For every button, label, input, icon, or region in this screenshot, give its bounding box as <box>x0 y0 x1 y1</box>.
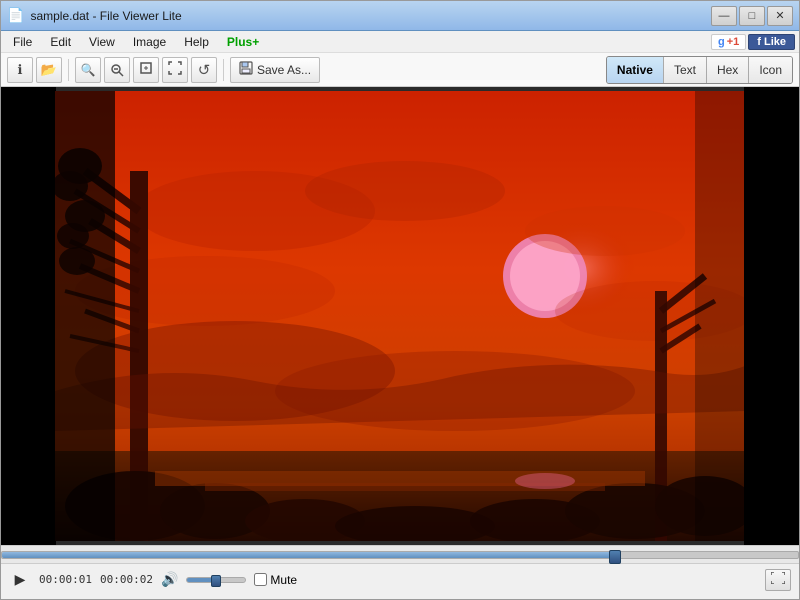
menu-file[interactable]: File <box>5 33 40 51</box>
zoom-out-button[interactable] <box>104 57 130 83</box>
current-time: 00:00:01 <box>39 573 92 586</box>
info-button[interactable]: ℹ <box>7 57 33 83</box>
close-button[interactable]: ✕ <box>767 6 793 26</box>
zoom-out-icon <box>110 63 124 77</box>
view-mode-hex[interactable]: Hex <box>707 57 749 83</box>
volume-thumb[interactable] <box>211 575 221 587</box>
title-text: sample.dat - File Viewer Lite <box>30 9 181 23</box>
fullscreen-button[interactable] <box>765 569 791 591</box>
scrubber-bar[interactable] <box>1 545 799 563</box>
google-plus-button[interactable]: g+1 <box>711 34 746 50</box>
controls-bar: ▶ 00:00:01 00:00:02 🔊 Mute <box>1 563 799 595</box>
right-letterbox <box>744 87 799 545</box>
zoom-in-button[interactable]: 🔍 <box>75 57 101 83</box>
mute-label: Mute <box>270 573 297 587</box>
refresh-button[interactable]: ↺ <box>191 57 217 83</box>
toolbar-separator-1 <box>68 59 69 81</box>
scrubber-track[interactable] <box>1 551 799 559</box>
mute-checkbox[interactable] <box>254 573 267 586</box>
menu-image[interactable]: Image <box>125 33 174 51</box>
fullscreen-icon-btn[interactable] <box>162 57 188 83</box>
open-button[interactable]: 📂 <box>36 57 62 83</box>
save-as-button[interactable]: Save As... <box>230 57 320 83</box>
left-letterbox <box>1 87 56 545</box>
main-content <box>1 87 799 545</box>
menu-plus[interactable]: Plus+ <box>219 33 267 51</box>
volume-icon[interactable]: 🔊 <box>161 571 178 588</box>
facebook-icon: f <box>757 36 764 48</box>
fit-button[interactable] <box>133 57 159 83</box>
view-mode-group: Native Text Hex Icon <box>606 56 793 84</box>
play-button[interactable]: ▶ <box>9 569 31 591</box>
toolbar-separator-2 <box>223 59 224 81</box>
title-left: 📄 sample.dat - File Viewer Lite <box>7 7 182 24</box>
fit-icon <box>139 61 153 78</box>
fullscreen-expand-icon <box>771 572 785 587</box>
save-icon <box>239 61 253 78</box>
view-mode-text[interactable]: Text <box>664 57 707 83</box>
save-as-label: Save As... <box>257 63 311 77</box>
sunset-scene <box>55 91 745 541</box>
volume-slider-container <box>186 577 246 583</box>
volume-slider[interactable] <box>186 577 246 583</box>
view-mode-icon[interactable]: Icon <box>749 57 792 83</box>
menu-help[interactable]: Help <box>176 33 217 51</box>
fullscreen-icon <box>168 61 182 78</box>
menu-view[interactable]: View <box>81 33 123 51</box>
window-controls: — □ ✕ <box>711 6 793 26</box>
facebook-like-button[interactable]: f Like <box>748 34 795 50</box>
app-icon: 📄 <box>7 7 24 24</box>
title-bar: 📄 sample.dat - File Viewer Lite — □ ✕ <box>1 1 799 31</box>
minimize-button[interactable]: — <box>711 6 737 26</box>
info-icon: ℹ <box>18 62 23 78</box>
menu-edit[interactable]: Edit <box>42 33 79 51</box>
view-mode-native[interactable]: Native <box>607 57 664 83</box>
menu-bar: File Edit View Image Help Plus+ g+1 f Li… <box>1 31 799 53</box>
maximize-button[interactable]: □ <box>739 6 765 26</box>
zoom-in-icon: 🔍 <box>81 63 96 77</box>
total-time: 00:00:02 <box>100 573 153 586</box>
folder-open-icon: 📂 <box>41 62 57 78</box>
play-icon: ▶ <box>15 571 26 588</box>
toolbar: ℹ 📂 🔍 <box>1 53 799 87</box>
scrubber-fill <box>2 552 615 558</box>
video-canvas <box>55 91 745 541</box>
scrubber-thumb[interactable] <box>609 550 621 564</box>
mute-checkbox-container[interactable]: Mute <box>254 573 297 587</box>
refresh-icon: ↺ <box>198 61 211 79</box>
